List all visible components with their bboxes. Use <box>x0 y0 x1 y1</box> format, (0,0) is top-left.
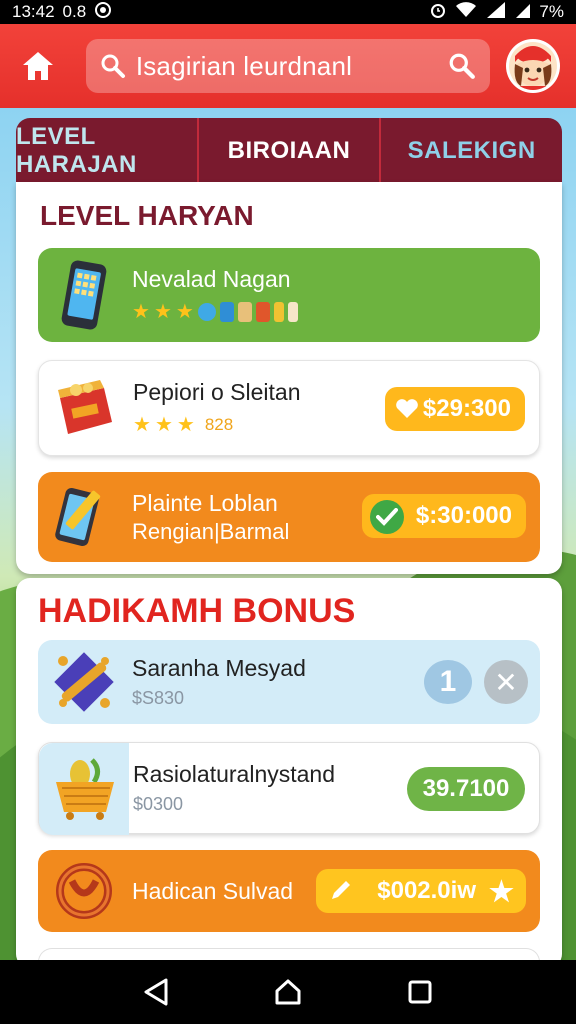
cup-icon <box>219 301 234 322</box>
check-icon <box>370 500 404 534</box>
item-price: $0300 <box>133 794 184 814</box>
price-label: $002.0iw <box>377 877 476 904</box>
rating-stars: ★ ★ ★ 828 <box>133 414 234 436</box>
home-nav-icon <box>275 979 301 1005</box>
list-item[interactable]: Pepiori o Sleitan ★ ★ ★ 828 $29:300 <box>38 360 540 456</box>
home-icon <box>22 52 53 80</box>
close-button[interactable]: ✕ <box>484 660 528 704</box>
tab-level-harajan[interactable]: LEVEL HARAJAN <box>16 118 197 184</box>
list-item[interactable]: Nevalad Nagan ★ ★ ★ <box>38 248 540 342</box>
price-label: $:30:000 <box>415 502 512 529</box>
status-bar: 13:42 0.8 7% <box>0 0 576 24</box>
price-button[interactable]: $:30:000 <box>362 494 526 538</box>
home-nav-button[interactable] <box>268 972 308 1012</box>
tab-biroiaan[interactable]: BIROIAAN <box>196 118 380 184</box>
item-name: Hadican Sulvad <box>132 877 294 904</box>
recents-button[interactable] <box>400 972 440 1012</box>
tablet-pencil-icon <box>50 483 118 551</box>
pretzel-icon <box>50 857 118 925</box>
search-input[interactable]: Isagirian leurdnanl <box>136 51 448 82</box>
price-button[interactable]: 39.7100 <box>407 767 525 811</box>
rating-label: 828 <box>204 414 234 434</box>
item-name: Rasiolaturalnystand <box>133 761 336 787</box>
item-subtitle: Rengian|Barmal <box>132 518 290 544</box>
home-button[interactable] <box>16 44 60 88</box>
recents-icon <box>408 980 432 1004</box>
gem-icon <box>197 302 216 321</box>
item-name: Pepiori o Sleitan <box>133 379 301 405</box>
star-icon: ★ <box>488 876 514 907</box>
section-title-level: LEVEL HARYAN <box>40 200 254 231</box>
list-item[interactable]: Hadican Sulvad $002.0iw ★ <box>38 850 540 932</box>
treasure-box-icon <box>51 374 119 442</box>
section-title-bonus: HADIKAMH BONUS <box>38 592 356 630</box>
status-time: 13:42 <box>12 2 55 21</box>
avatar[interactable] <box>506 39 560 93</box>
navigation-bar <box>0 960 576 1024</box>
heart-icon <box>396 399 418 418</box>
price-button[interactable]: $002.0iw ★ <box>316 869 526 913</box>
price-label: $29:300 <box>422 395 511 422</box>
level-section-card: LEVEL HARYAN Nevalad Nagan ★ ★ ★ Pepiori… <box>16 182 562 574</box>
price-button[interactable]: $29:300 <box>385 387 525 431</box>
item-name: Plainte Loblan <box>132 489 278 516</box>
search-icon <box>101 54 125 78</box>
tab-salekign[interactable]: SALEKIGN <box>379 118 562 184</box>
item-name: Saranha Mesyad <box>132 655 306 681</box>
item-name: Nevalad Nagan <box>132 266 291 292</box>
status-extra: 0.8 <box>62 2 87 21</box>
signal-icon-2 <box>515 1 531 24</box>
close-icon: ✕ <box>494 666 518 698</box>
jar-icon <box>237 301 252 322</box>
battery-label: 7% <box>539 2 564 21</box>
basket-icon <box>51 754 119 822</box>
signal-icon <box>485 1 507 24</box>
list-item[interactable]: Plainte Loblan Rengian|Barmal $:30:000 <box>38 472 540 562</box>
cone-icon <box>287 301 298 322</box>
scroll-icon <box>50 648 118 716</box>
app-bar: Isagirian leurdnanl <box>0 24 576 108</box>
price-label: 39.7100 <box>422 775 510 802</box>
search-submit-icon[interactable] <box>448 52 476 80</box>
search-bar[interactable]: Isagirian leurdnanl <box>85 39 491 93</box>
rating-stars: ★ ★ ★ <box>132 299 298 324</box>
wifi-icon <box>455 1 477 24</box>
bonus-section-card: HADIKAMH BONUS Saranha Mesyad $S830 1 ✕ <box>16 578 562 968</box>
list-item[interactable]: Rasiolaturalnystand $0300 39.7100 <box>38 742 540 835</box>
fries-icon <box>255 301 270 322</box>
count-badge: 1 <box>424 660 472 704</box>
back-button[interactable] <box>136 972 176 1012</box>
pencil-icon <box>328 877 354 910</box>
list-item[interactable]: Saranha Mesyad $S830 1 ✕ <box>38 640 540 724</box>
bottle-icon <box>273 301 284 322</box>
sync-icon <box>94 1 112 24</box>
item-price: $S830 <box>132 688 185 708</box>
phone-icon <box>50 260 118 330</box>
tab-bar: LEVEL HARAJAN BIROIAAN SALEKIGN <box>16 118 562 184</box>
back-icon <box>144 978 168 1006</box>
alarm-icon <box>429 1 447 24</box>
